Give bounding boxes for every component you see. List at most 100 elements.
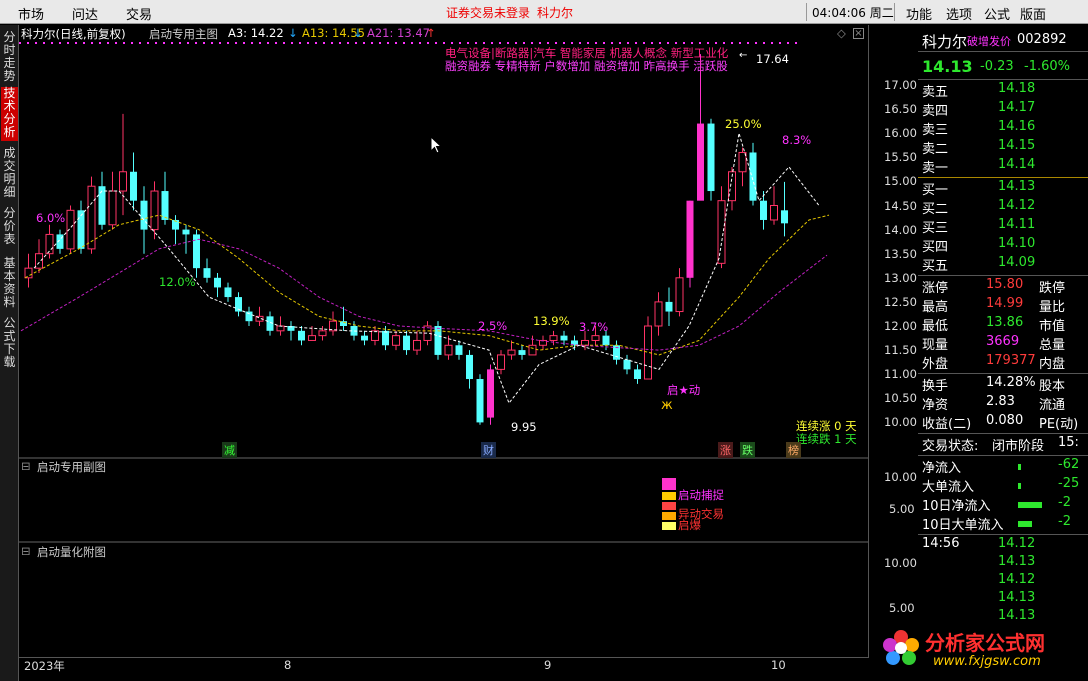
quote-panel: 科力尔 破增发价 002892 14.13 -0.23 -1.60% 卖五 14.… [918,25,1088,641]
sub2-collapse-icon[interactable]: ⊟ [21,544,31,558]
stat-value: 179377 [986,353,1036,368]
marker-reduce[interactable]: 减 [222,442,237,458]
pct-label-6: 25.0% [725,117,762,131]
buy-label: 买五 [922,259,949,274]
stat-label: 最高 [922,300,949,315]
candle-body [35,253,43,269]
sell-row[interactable]: 卖五 14.18 [918,81,1088,100]
candle-body [87,185,96,250]
flow-label: 10日大单流入 [922,518,1004,533]
stat-value: 14.99 [986,296,1024,311]
buy-label: 买二 [922,202,949,217]
tick-row: 14.12 [918,572,1088,591]
price-axis-label: 15.00 [884,174,917,189]
buy-label: 买一 [922,183,949,198]
flow-label: 净流入 [922,461,962,476]
sub1-collapse-icon[interactable]: ⊟ [21,459,31,473]
candle-body [738,151,747,173]
candle-body [45,233,54,255]
candle-body [466,354,473,380]
tab-formula-download[interactable]: 公式下载 [1,317,18,369]
stat-value: 14.28% [986,375,1036,390]
flow-value: -62 [1058,457,1080,472]
stat-row: 最低 13.86 市值 [918,315,1088,334]
menu-layout[interactable]: 版面 [1020,4,1046,23]
sell-row[interactable]: 卖一 14.14 [918,157,1088,176]
buy-row[interactable]: 买五 14.09 [918,255,1088,274]
price-axis-label: 13.50 [884,246,917,261]
tab-trades[interactable]: 成交明细 [1,147,18,199]
marker-fall[interactable]: 跌 [740,442,755,458]
pct-label-3: 2.5% [478,319,508,333]
candle-body [24,267,33,279]
buy-row[interactable]: 买三 14.11 [918,217,1088,236]
stat-label: 换手 [922,379,949,394]
candle-body [487,369,494,418]
menu-trade[interactable]: 交易 [126,4,152,23]
buy-row[interactable]: 买一 14.13 [918,179,1088,198]
flow-bar [1018,464,1021,470]
tick-row: 14.13 [918,590,1088,609]
candle-body [224,287,232,298]
trade-state-label: 交易状态: [922,439,979,454]
trade-state-value: 闭市阶段 [992,439,1045,454]
start-signal-label: 启★动 [667,383,701,397]
menu-formula[interactable]: 公式 [984,4,1010,23]
quote-change: -0.23 [980,59,1014,74]
tab-technical[interactable]: 技术分析 [1,87,18,141]
menu-market[interactable]: 市场 [18,4,44,23]
sub1-label-capture: 启动捕捉 [678,488,724,502]
tab-fundamentals[interactable]: 基本资料 [1,257,18,309]
tick-price: 14.13 [998,590,1036,605]
stat-label: 外盘 [922,357,949,372]
candle-body [518,350,526,355]
sub2-title[interactable]: 启动量化附图 [37,544,106,560]
sell-row[interactable]: 卖三 14.16 [918,119,1088,138]
candle-body [392,335,400,346]
left-vertical-tabs: 分时走势 技术分析 成交明细 分价表 基本资料 公式下载 [0,25,19,681]
sub2-axis-10: 10.00 [884,556,917,570]
candle-body [214,277,221,288]
tick-price: 14.13 [998,554,1036,569]
buy-row[interactable]: 买四 14.10 [918,236,1088,255]
candle-body [203,268,211,278]
price-axis-label: 11.50 [884,343,917,358]
sub1-title[interactable]: 启动专用副图 [37,459,106,475]
sell-row[interactable]: 卖二 14.15 [918,138,1088,157]
marker-limit-up[interactable]: 涨 [718,442,733,458]
menu-function[interactable]: 功能 [906,4,932,23]
stat-right-label: 跌停 [1039,281,1066,296]
candle-body [623,359,631,370]
candle-body [298,330,305,341]
sell-label: 卖三 [922,123,949,138]
pct-label-7: 8.3% [782,133,812,147]
stat-value: 13.86 [986,315,1024,330]
flow-value: -2 [1058,495,1071,510]
stat-value: 2.83 [986,394,1015,409]
tab-intraday[interactable]: 分时走势 [1,31,18,83]
buy-label: 买三 [922,221,949,236]
sell-row[interactable]: 卖四 14.17 [918,100,1088,119]
menu-options[interactable]: 选项 [946,4,972,23]
candle-body [150,190,159,231]
menu-wenda[interactable]: 问达 [72,4,98,23]
clock-time: 04:04:06 周二 [812,6,894,20]
login-status[interactable]: 证券交易未登录 [446,4,530,21]
quote-stock-name: 科力尔 [922,33,968,51]
candle-body [528,344,537,356]
time-axis-oct: 10 [771,658,786,672]
tab-price-table[interactable]: 分价表 [1,207,18,247]
flow-bar [1018,502,1042,508]
buy-row[interactable]: 买二 14.12 [918,198,1088,217]
candle-body [497,354,505,370]
flow-row: 净流入 -62 [918,457,1088,476]
candle-body [717,200,726,264]
sub2-header: ⊟ 启动量化附图 [19,544,868,560]
marker-list[interactable]: 榜 [786,442,801,458]
candle-body [654,301,663,327]
stat-label: 涨停 [922,281,949,296]
candle-body [382,330,389,346]
candle-body [371,330,379,341]
marker-finance[interactable]: 财 [481,442,496,458]
stat-right-label: 量比 [1039,300,1066,315]
